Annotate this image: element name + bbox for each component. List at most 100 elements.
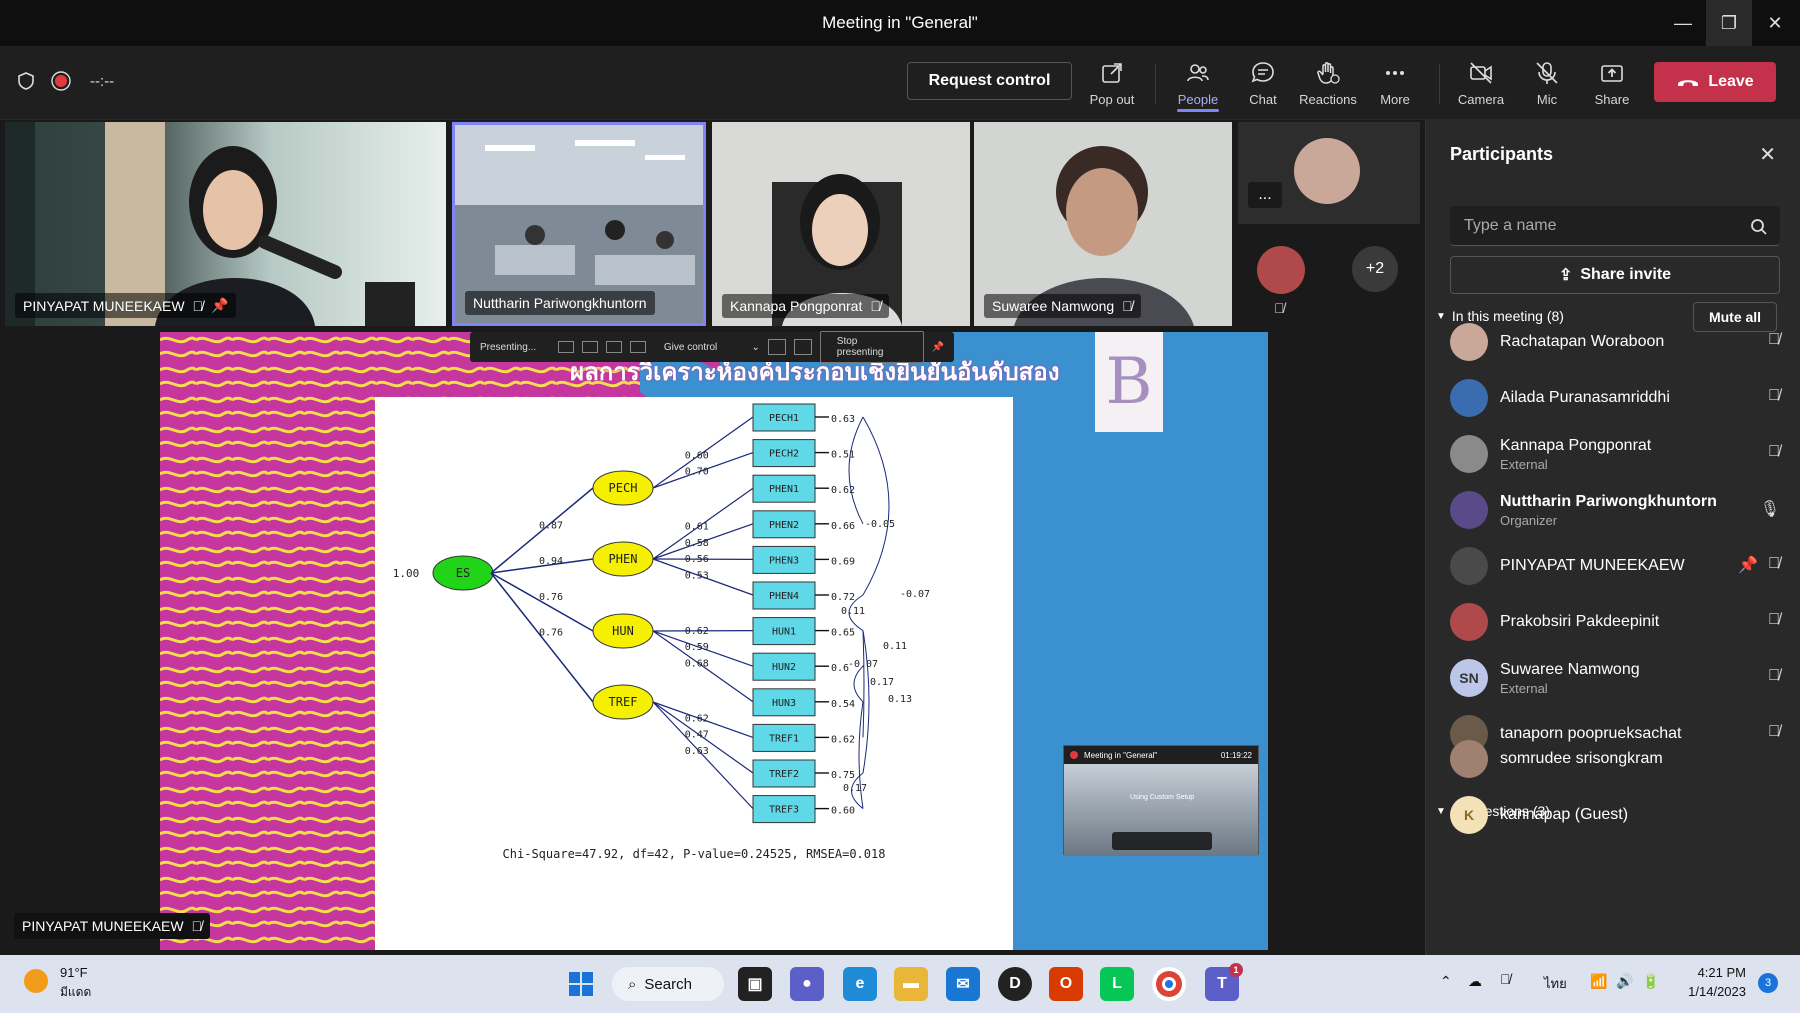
mic-button[interactable]: Mic [1516, 54, 1578, 114]
muted-mic-icon[interactable]: 🎙̸ [1768, 443, 1780, 461]
pin-icon[interactable]: 📌 [1738, 555, 1758, 575]
more-options-button[interactable]: ... [1248, 182, 1282, 208]
teams-badge: 1 [1229, 963, 1243, 977]
mini-window-caption: Using Custom Setup [1130, 794, 1195, 801]
muted-mic-icon[interactable]: 🎙̸ [1768, 387, 1780, 405]
dell-icon[interactable]: D [998, 967, 1032, 1001]
participant-row[interactable]: Ailada Puranasamriddhi 🎙̸ [1450, 371, 1780, 425]
pop-out-button[interactable]: Pop out [1081, 54, 1143, 114]
overflow-tile[interactable]: ... [1238, 122, 1420, 224]
chrome-icon[interactable] [1152, 967, 1186, 1001]
task-view-icon[interactable]: ▣ [738, 967, 772, 1001]
share-invite-button[interactable]: ⇪ Share invite [1450, 256, 1780, 294]
search-participants-input[interactable]: Type a name [1450, 206, 1780, 246]
video-tile[interactable]: Suwaree Namwong 🎙̸ [974, 122, 1232, 326]
muted-mic-icon[interactable]: 🎙̸ [1768, 555, 1780, 575]
presenter-name: PINYAPAT MUNEEKAEW [22, 918, 184, 934]
presenting-label: Presenting... [480, 341, 537, 353]
video-tile[interactable]: Nuttharin Pariwongkhuntorn [452, 122, 706, 326]
participant-row[interactable]: Prakobsiri Pakdeepinit 🎙̸ [1450, 595, 1780, 649]
close-icon[interactable]: ✕ [1759, 142, 1776, 167]
muted-mic-icon[interactable]: 🎙̸ [1768, 611, 1780, 629]
search-icon [1751, 219, 1767, 235]
taskbar-search[interactable]: ⌕ Search [612, 967, 724, 1001]
loading-coefficient: 0.56 [685, 554, 709, 565]
participant-name: Nuttharin Pariwongkhuntorn [1500, 492, 1717, 510]
participant-name: Ailada Puranasamriddhi [1500, 389, 1670, 406]
layout-icon[interactable] [629, 341, 646, 353]
close-window-button[interactable]: ✕ [1752, 0, 1798, 46]
video-tile[interactable]: Kannapa Pongponrat 🎙̸ [712, 122, 970, 326]
volume-icon[interactable]: 🔊 [1616, 973, 1633, 990]
file-explorer-icon[interactable]: ▬ [894, 967, 928, 1001]
leave-button[interactable]: Leave [1654, 62, 1776, 102]
mini-window-controls[interactable] [1112, 832, 1212, 850]
share-button[interactable]: Share [1581, 54, 1643, 114]
suggestion-row[interactable]: Kkannapap (Guest) [1450, 788, 1780, 842]
mic-muted-tray-icon[interactable]: 🎙̸ [1500, 971, 1511, 987]
weather-temp[interactable]: 91°F [60, 965, 88, 980]
chevron-up-icon[interactable]: ⌃ [1440, 973, 1452, 990]
request-control-button[interactable]: Request control [907, 62, 1072, 100]
pin-icon[interactable]: 📌 [932, 342, 944, 353]
participant-row[interactable]: SN Suwaree Namwong External 🎙̸ [1450, 651, 1780, 705]
participant-row[interactable]: Rachatapan Woraboon 🎙̸ [1450, 315, 1780, 369]
minimize-button[interactable]: — [1660, 0, 1706, 46]
clock-time[interactable]: 4:21 PM [1684, 965, 1746, 980]
line-icon[interactable]: L [1100, 967, 1134, 1001]
office-icon[interactable]: O [1049, 967, 1083, 1001]
participant-row[interactable]: Kannapa Pongponrat External 🎙̸ [1450, 427, 1780, 481]
give-control-dropdown[interactable]: Give control [664, 342, 744, 353]
suggestion-name: somrudee srisongkram [1500, 750, 1663, 767]
participant-row[interactable]: Nuttharin Pariwongkhuntorn Organizer 🎙 [1450, 483, 1780, 537]
more-participants-badge[interactable]: +2 [1352, 246, 1398, 292]
reactions-button[interactable]: Reactions [1297, 54, 1359, 114]
muted-mic-icon: 🎙̸ [870, 298, 881, 314]
layout-icon[interactable] [582, 341, 599, 353]
video-tile[interactable]: PINYAPAT MUNEEKAEW 🎙̸ 📌 [5, 122, 446, 326]
layout-icon[interactable] [558, 341, 575, 353]
avatar [1294, 138, 1360, 204]
pop-out-label: Pop out [1089, 92, 1135, 107]
observed-label: PECH2 [769, 449, 799, 460]
chevron-down-icon[interactable]: ⌄ [752, 342, 760, 353]
annotate-icon[interactable] [767, 339, 786, 355]
wifi-icon[interactable]: 📶 [1590, 973, 1607, 990]
mini-window-titlebar: Meeting in "General" 01:19:22 [1064, 746, 1258, 764]
mini-meeting-window[interactable]: Meeting in "General" 01:19:22 Using Cust… [1063, 745, 1259, 856]
avatar: SN [1450, 659, 1488, 697]
camera-button[interactable]: Camera [1450, 54, 1512, 114]
teams-icon[interactable]: T 1 [1205, 963, 1243, 1001]
more-button[interactable]: More [1364, 54, 1426, 114]
mail-icon[interactable]: ✉ [946, 967, 980, 1001]
language-indicator[interactable]: ไทย [1544, 973, 1567, 994]
chat-button[interactable]: Chat [1232, 54, 1294, 114]
start-icon[interactable] [564, 967, 598, 1001]
participant-row[interactable]: PINYAPAT MUNEEKAEW 📌 🎙̸ [1450, 539, 1780, 593]
error-variance: 0.75 [831, 770, 855, 781]
avatar [1450, 547, 1488, 585]
avatar [1450, 603, 1488, 641]
muted-mic-icon[interactable]: 🎙̸ [1768, 667, 1780, 685]
loading-coefficient: 0.53 [685, 571, 709, 582]
people-button[interactable]: People [1167, 54, 1229, 114]
laser-icon[interactable] [793, 339, 812, 355]
share-label: Share [1594, 92, 1630, 107]
muted-mic-icon[interactable]: 🎙̸ [1768, 331, 1780, 349]
loading-coefficient: 0.58 [685, 538, 709, 549]
battery-icon[interactable]: 🔋 [1642, 973, 1659, 990]
stop-presenting-button[interactable]: Stop presenting [819, 331, 924, 363]
mini-window-title: Meeting in "General" [1084, 750, 1158, 760]
cloud-icon[interactable]: ☁ [1468, 973, 1482, 990]
restore-button[interactable]: ❐ [1706, 0, 1752, 46]
teams-chat-icon[interactable]: ● [790, 967, 824, 1001]
notification-badge[interactable]: 3 [1758, 973, 1778, 993]
loading-coefficient: 0.63 [685, 746, 709, 757]
mic-on-icon[interactable]: 🎙 [1760, 499, 1780, 519]
suggestion-row[interactable]: somrudee srisongkram [1450, 732, 1780, 786]
layout-icon[interactable] [606, 341, 622, 353]
edge-icon[interactable]: e [843, 967, 877, 1001]
avatar [1257, 246, 1305, 294]
participant-name: Suwaree Namwong [1500, 660, 1640, 678]
avatar: K [1450, 796, 1488, 834]
